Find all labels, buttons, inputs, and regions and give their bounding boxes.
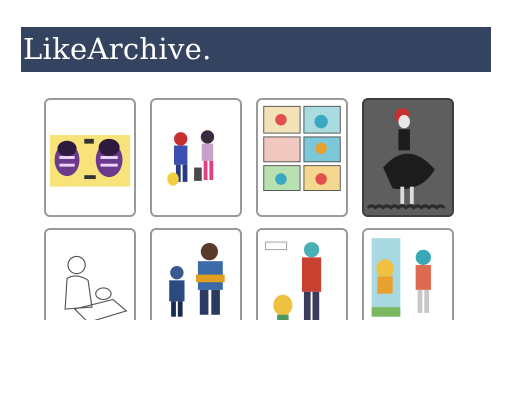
thumb-hero-figures[interactable] [150,228,242,320]
thumb-purple-creatures-image [49,135,131,187]
thumb-comic-page[interactable] [256,98,348,217]
thumb-sketch-drawing-image [64,255,128,320]
thumb-standing-pair[interactable] [362,228,454,320]
thumb-group-characters-image [167,130,215,186]
thumb-conversation-pair-image [265,241,322,320]
thumb-dark-figure[interactable] [362,98,454,217]
site-header: LikeArchive. [21,27,491,72]
thumb-standing-pair-image [371,238,431,317]
site-title[interactable]: LikeArchive. [21,35,212,64]
thumb-hero-figures-image [169,243,225,317]
thumb-purple-creatures[interactable] [44,98,136,217]
thumb-conversation-pair[interactable] [256,228,348,320]
thumbnail-gallery [42,97,458,320]
thumb-dark-figure-image [364,100,452,215]
page: LikeArchive. [0,0,512,416]
thumb-group-characters[interactable] [150,98,242,217]
thumb-sketch-drawing[interactable] [44,228,136,320]
thumb-comic-page-image [263,105,341,191]
